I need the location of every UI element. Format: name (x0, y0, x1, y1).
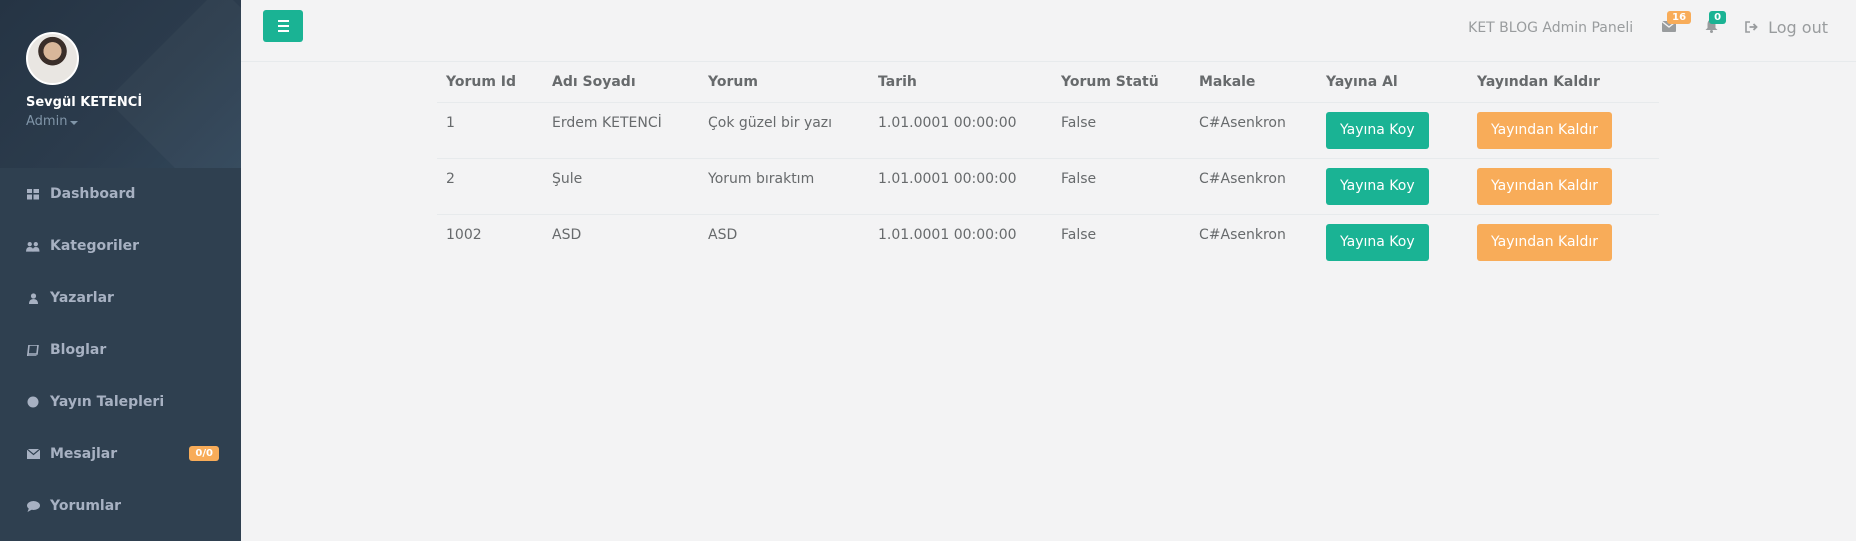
messages-count-badge: 16 (1667, 10, 1692, 24)
cell-comment: Çok güzel bir yazı (699, 102, 869, 159)
unpublish-button[interactable]: Yayından Kaldır (1477, 223, 1612, 261)
column-header: Yayından Kaldır (1468, 63, 1659, 103)
sidebar-item-bloglar[interactable]: Bloglar (0, 324, 241, 376)
sidebar-item-label: Yayın Talepleri (50, 394, 165, 410)
unpublish-button[interactable]: Yayından Kaldır (1477, 111, 1612, 149)
sidebar-item-kategoriler[interactable]: Kategoriler (0, 220, 241, 272)
profile-role-label: Admin (26, 114, 68, 129)
unpublish-button[interactable]: Yayından Kaldır (1477, 167, 1612, 205)
publish-button[interactable]: Yayına Koy (1326, 111, 1429, 149)
caret-down-icon (70, 120, 79, 125)
cell-date: 1.01.0001 00:00:00 (869, 158, 1052, 215)
users-icon (26, 239, 40, 253)
sidebar-item-mesajlar[interactable]: Mesajlar 0/0 (0, 428, 241, 480)
cell-publish: Yayına Koy (1317, 214, 1468, 270)
cell-article: C#Asenkron (1190, 102, 1317, 159)
cell-name: Şule (543, 158, 699, 215)
table-row: 2 Şule Yorum bıraktım 1.01.0001 00:00:00… (437, 158, 1659, 215)
table-row: 1002 ASD ASD 1.01.0001 00:00:00 False C#… (437, 214, 1659, 270)
notifications-count-badge: 0 (1709, 10, 1727, 24)
messages-button[interactable]: 16 (1661, 10, 1692, 36)
cell-status: False (1061, 226, 1097, 243)
column-header: Adı Soyadı (543, 63, 699, 103)
cell-date: 1.01.0001 00:00:00 (869, 102, 1052, 159)
sidebar: Sevgül KETENCİ Admin Dashboard Kategoril… (0, 0, 241, 541)
sidebar-item-yorumlar[interactable]: Yorumlar (0, 480, 241, 532)
comment-icon (26, 499, 40, 513)
top-navbar: KET BLOG Admin Paneli 16 0 Log out (241, 0, 1856, 62)
publish-button[interactable]: Yayına Koy (1326, 167, 1429, 205)
cell-unpublish: Yayından Kaldır (1468, 158, 1659, 215)
profile-panel: Sevgül KETENCİ Admin (0, 0, 241, 168)
cell-id: 2 (437, 158, 543, 215)
column-header: Yayına Al (1317, 63, 1468, 103)
cell-article: C#Asenkron (1190, 158, 1317, 215)
menu-toggle-button[interactable] (263, 10, 303, 42)
sidebar-item-label: Bloglar (50, 342, 107, 358)
envelope-icon (26, 447, 40, 461)
profile-name: Sevgül KETENCİ (26, 95, 143, 110)
table-header-row: Yorum Id Adı Soyadı Yorum Tarih Yorum St… (437, 63, 1659, 103)
comments-table: Yorum Id Adı Soyadı Yorum Tarih Yorum St… (437, 63, 1659, 270)
brand-title: KET BLOG Admin Paneli (1468, 19, 1634, 36)
logout-link[interactable]: Log out (1745, 18, 1828, 37)
cell-id: 1 (437, 102, 543, 159)
cell-article: C#Asenkron (1199, 226, 1286, 243)
table-row: 1 Erdem KETENCİ Çok güzel bir yazı 1.01.… (437, 102, 1659, 159)
sidebar-item-label: Dashboard (50, 186, 136, 202)
cell-name: ASD (552, 226, 582, 243)
sidebar-item-label: Kategoriler (50, 238, 140, 254)
book-icon (26, 343, 40, 357)
cell-status: False (1052, 158, 1190, 215)
cell-comment: Yorum bıraktım (699, 158, 869, 215)
user-icon (26, 291, 40, 305)
cell-status: False (1052, 102, 1190, 159)
cell-date: 1.01.0001 00:00:00 (878, 226, 1017, 243)
publish-button[interactable]: Yayına Koy (1326, 223, 1429, 261)
column-header: Yorum Id (437, 63, 543, 103)
sidebar-item-label: Yazarlar (50, 290, 114, 306)
main-content: Yorum Id Adı Soyadı Yorum Tarih Yorum St… (437, 63, 1659, 270)
profile-role-dropdown[interactable]: Admin (26, 114, 241, 129)
sidebar-item-label: Yorumlar (50, 498, 122, 514)
cell-unpublish: Yayından Kaldır (1468, 102, 1659, 159)
cell-publish: Yayına Koy (1317, 158, 1468, 215)
messages-count-badge: 0/0 (189, 446, 219, 461)
column-header: Makale (1190, 63, 1317, 103)
sign-out-icon (1745, 18, 1758, 37)
sidebar-item-yazarlar[interactable]: Yazarlar (0, 272, 241, 324)
column-header: Yorum (699, 63, 869, 103)
cell-comment: ASD (708, 226, 738, 243)
cell-id: 1002 (446, 226, 482, 243)
notifications-button[interactable]: 0 (1703, 10, 1727, 36)
topbar-right: KET BLOG Admin Paneli 16 0 Log out (1468, 10, 1828, 37)
sidebar-item-yayin-talepleri[interactable]: Yayın Talepleri (0, 376, 241, 428)
cell-name: Erdem KETENCİ (543, 102, 699, 159)
logout-label: Log out (1768, 18, 1828, 37)
sidebar-item-dashboard[interactable]: Dashboard (0, 168, 241, 220)
cell-unpublish: Yayından Kaldır (1468, 214, 1659, 270)
sidebar-item-label: Mesajlar (50, 446, 118, 462)
cell-publish: Yayına Koy (1317, 102, 1468, 159)
column-header: Yorum Statü (1052, 63, 1190, 103)
column-header: Tarih (869, 63, 1052, 103)
circle-icon (26, 395, 40, 409)
dashboard-icon (26, 187, 40, 201)
avatar[interactable] (26, 32, 79, 85)
